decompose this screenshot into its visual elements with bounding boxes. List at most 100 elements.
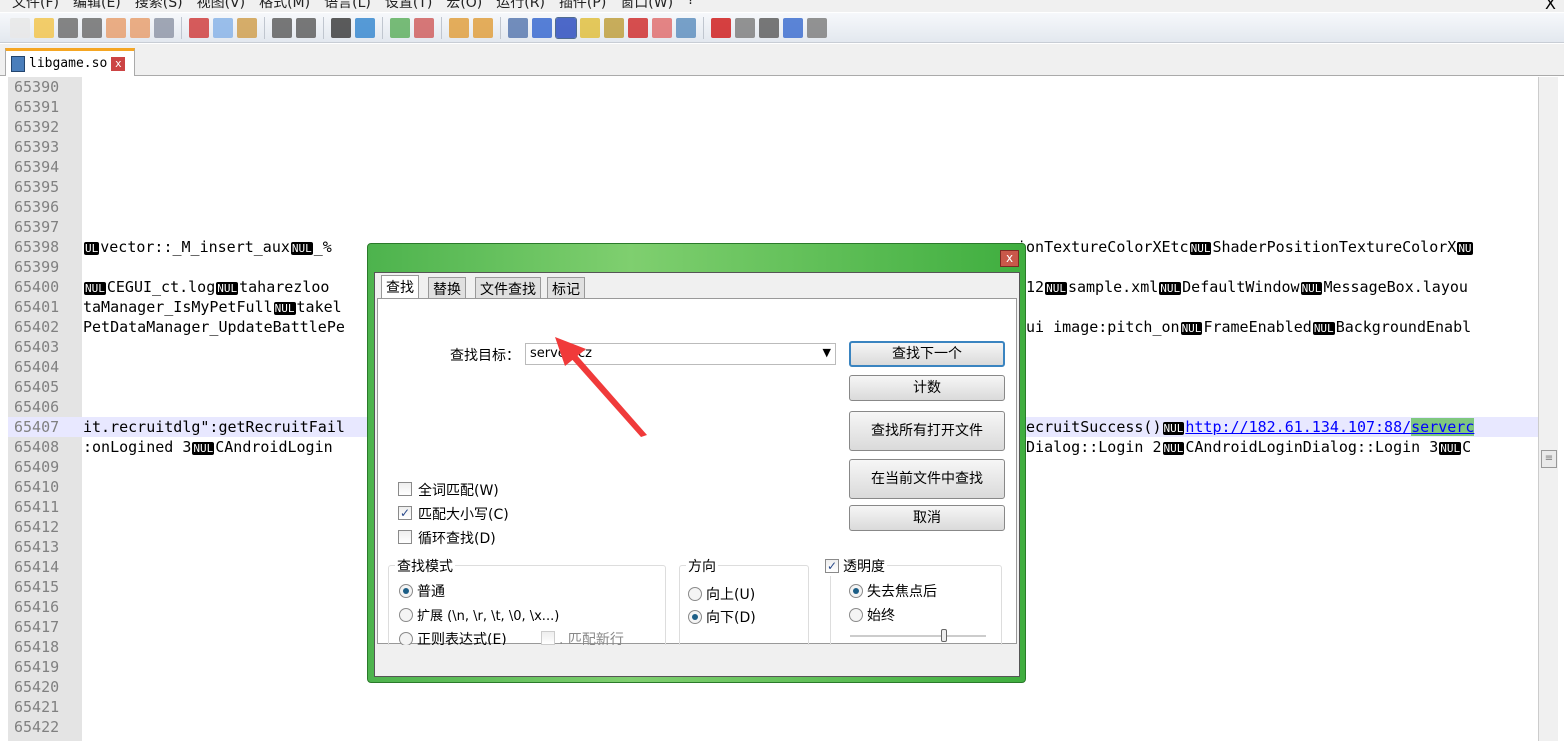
code-line[interactable]: 65421	[8, 697, 1538, 717]
show-all-chars-icon[interactable]	[532, 17, 552, 38]
find-next-button[interactable]: 查找下一个	[849, 341, 1005, 367]
save-icon[interactable]	[58, 17, 78, 38]
code-text: ShaderPositionTextureColorX	[1212, 238, 1457, 256]
line-number: 65391	[14, 98, 60, 116]
normal-radio[interactable]	[399, 584, 413, 598]
menu-item[interactable]: 窗口(W)	[620, 0, 673, 12]
paste-icon[interactable]	[237, 17, 257, 38]
indent-guide-icon[interactable]	[555, 16, 577, 39]
transparency-checkbox[interactable]: ✓	[825, 559, 839, 573]
new-file-icon[interactable]	[10, 17, 30, 38]
window-close-button[interactable]: X	[1545, 0, 1556, 13]
tab-bar: libgame.so x	[0, 44, 1564, 76]
folder-workspace-icon[interactable]	[652, 17, 672, 38]
menu-item[interactable]: 文件(F)	[12, 0, 59, 12]
dialog-close-button[interactable]: x	[1000, 250, 1019, 267]
extended-label: 扩展 (\n, \r, \t, \0, \x...)	[417, 609, 560, 624]
always-radio[interactable]	[849, 608, 863, 622]
menu-item[interactable]: 格式(M)	[259, 0, 310, 12]
count-button[interactable]: 计数	[849, 375, 1005, 401]
toolbar	[0, 13, 1564, 43]
find-icon[interactable]	[331, 17, 351, 38]
find-input[interactable]: serverccz ▼	[525, 343, 836, 365]
menu-item[interactable]: 视图(V)	[197, 0, 246, 12]
vertical-scrollbar[interactable]: ≡	[1538, 77, 1558, 741]
macro-record-icon[interactable]	[711, 17, 731, 38]
transparency-slider[interactable]	[850, 629, 986, 642]
zoom-in-icon[interactable]	[390, 17, 410, 38]
print-icon[interactable]	[154, 17, 174, 38]
line-number: 65394	[14, 158, 60, 176]
line-number: 65422	[14, 718, 60, 736]
on-lose-focus-label: 失去焦点后	[867, 584, 937, 600]
copy-icon[interactable]	[213, 17, 233, 38]
down-radio[interactable]	[688, 610, 702, 624]
macro-save-icon[interactable]	[807, 17, 827, 38]
sync-horizontal-icon[interactable]	[473, 17, 493, 38]
up-radio[interactable]	[688, 587, 702, 601]
macro-play-icon[interactable]	[759, 17, 779, 38]
user-language-icon[interactable]	[580, 17, 600, 38]
code-line[interactable]: 65391	[8, 97, 1538, 117]
scrollbar-thumb[interactable]: ≡	[1541, 450, 1557, 468]
on-lose-focus-radio[interactable]	[849, 584, 863, 598]
menu-item[interactable]: 插件(P)	[559, 0, 606, 12]
function-list-icon[interactable]	[628, 17, 648, 38]
undo-icon[interactable]	[272, 17, 292, 38]
tab-replace[interactable]: 替换	[428, 277, 466, 299]
macro-run-multiple-icon[interactable]	[783, 17, 803, 38]
cut-icon[interactable]	[189, 17, 209, 38]
close-icon[interactable]	[106, 17, 126, 38]
code-line[interactable]: 65395	[8, 177, 1538, 197]
wrap-around-checkbox[interactable]	[398, 530, 412, 544]
menu-item[interactable]: 宏(O)	[446, 0, 482, 12]
code-line[interactable]: 65397	[8, 217, 1538, 237]
find-all-open-files-button[interactable]: 查找所有打开文件	[849, 411, 1005, 451]
redo-icon[interactable]	[296, 17, 316, 38]
regex-radio[interactable]	[399, 632, 413, 646]
save-all-icon[interactable]	[82, 17, 102, 38]
code-line[interactable]: 65422	[8, 717, 1538, 737]
zoom-out-icon[interactable]	[414, 17, 434, 38]
line-number: 65395	[14, 178, 60, 196]
sync-vertical-icon[interactable]	[449, 17, 469, 38]
tab-mark[interactable]: 标记	[547, 277, 585, 299]
macro-stop-icon[interactable]	[735, 17, 755, 38]
cancel-button[interactable]: 取消	[849, 505, 1005, 531]
close-all-icon[interactable]	[130, 17, 150, 38]
menu-item[interactable]: 语言(L)	[324, 0, 371, 12]
dot-newline-checkbox[interactable]	[541, 631, 555, 645]
code-line[interactable]: 65392	[8, 117, 1538, 137]
toolbar-separator	[264, 16, 265, 39]
replace-icon[interactable]	[355, 17, 375, 38]
dialog-title-bar[interactable]	[368, 244, 1025, 272]
nul-marker: NUL	[1162, 422, 1185, 435]
find-in-current-file-button[interactable]: 在当前文件中查找	[849, 459, 1005, 499]
monitoring-icon[interactable]	[676, 17, 696, 38]
menu-item[interactable]: ?	[687, 0, 694, 12]
code-text: taharezloo	[239, 278, 330, 296]
doc-map-icon[interactable]	[604, 17, 624, 38]
menu-item[interactable]: 运行(R)	[496, 0, 545, 12]
dropdown-arrow-icon[interactable]: ▼	[823, 346, 831, 359]
line-text-right: RecruitSuccess() NUL http://182.61.134.107…	[1017, 417, 1475, 439]
code-line[interactable]: 65396	[8, 197, 1538, 217]
line-text-right: -12 NUL sample.xml NUL DefaultWindow NUL Messa…	[1017, 277, 1468, 299]
code-line[interactable]: 65394	[8, 157, 1538, 177]
tab-find-in-files[interactable]: 文件查找	[475, 277, 541, 299]
menu-item[interactable]: 设置(T)	[385, 0, 432, 12]
match-case-checkbox[interactable]: ✓	[398, 506, 412, 520]
open-file-icon[interactable]	[34, 17, 54, 38]
code-line[interactable]: 65390	[8, 77, 1538, 97]
whole-word-checkbox[interactable]	[398, 482, 412, 496]
extended-radio[interactable]	[399, 608, 413, 622]
tab-libgame-so[interactable]: libgame.so x	[5, 48, 135, 76]
line-number: 65396	[14, 198, 60, 216]
menu-item[interactable]: 编辑(E)	[73, 0, 121, 12]
slider-knob[interactable]	[941, 629, 947, 642]
word-wrap-icon[interactable]	[508, 17, 528, 38]
tab-close-icon[interactable]: x	[111, 56, 126, 71]
line-number: 65417	[14, 618, 60, 636]
code-line[interactable]: 65393	[8, 137, 1538, 157]
menu-item[interactable]: 搜索(S)	[135, 0, 183, 12]
